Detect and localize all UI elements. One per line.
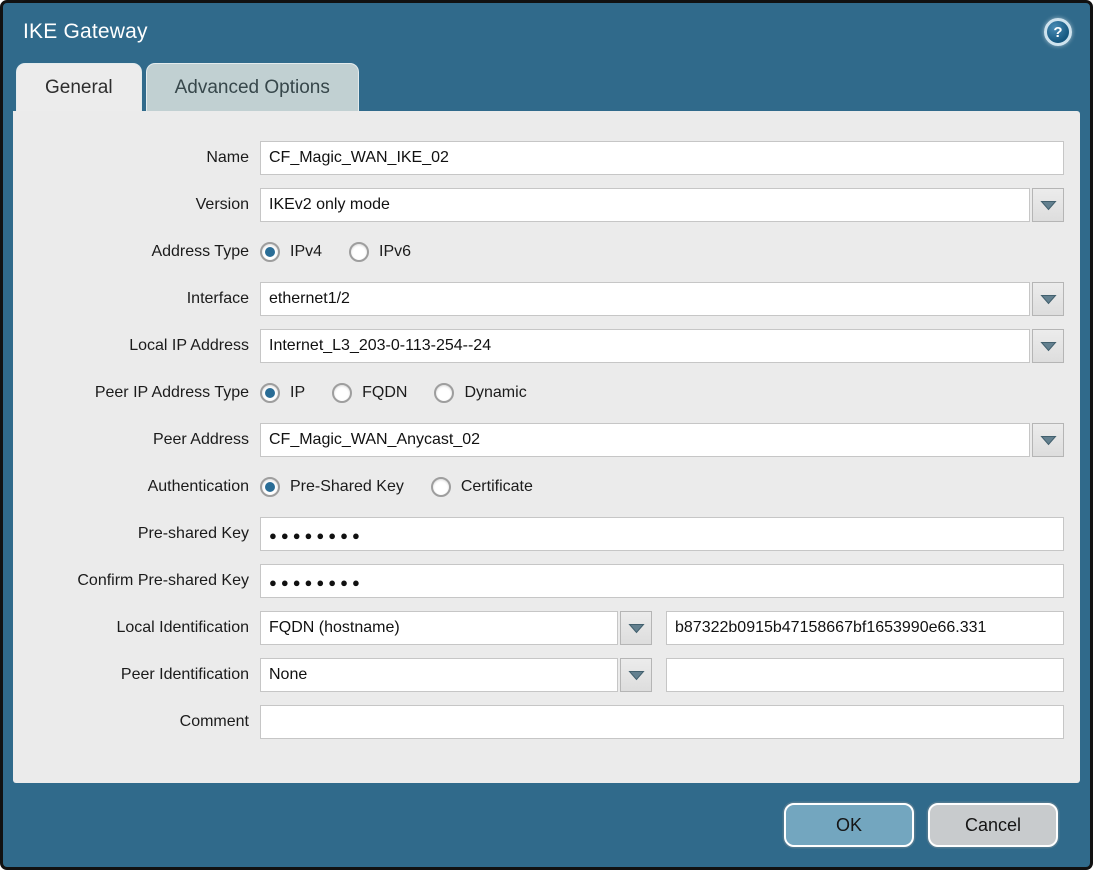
form-row-local-identification: Local Identification FQDN (hostname) b87…: [13, 611, 1064, 645]
dialog-footer: OK Cancel: [3, 783, 1090, 867]
peer-ip-type-label: Peer IP Address Type: [13, 384, 260, 402]
radio-ipv4[interactable]: [260, 242, 280, 262]
radio-dynamic[interactable]: [434, 383, 454, 403]
radio-ip[interactable]: [260, 383, 280, 403]
help-icon-glyph: ?: [1053, 25, 1062, 40]
address-type-radio-group: IPv4 IPv6: [260, 242, 411, 262]
chevron-down-icon: [1040, 200, 1057, 211]
radio-ipv6[interactable]: [349, 242, 369, 262]
peer-identification-value-input[interactable]: [666, 658, 1064, 692]
form-row-peer-identification: Peer Identification None: [13, 658, 1064, 692]
form-row-authentication: Authentication Pre-Shared Key Certificat…: [13, 470, 1064, 504]
local-identification-label: Local Identification: [13, 619, 260, 637]
radio-ip-label: IP: [290, 384, 305, 402]
peer-identification-label: Peer Identification: [13, 666, 260, 684]
peer-ip-type-option-dynamic: Dynamic: [434, 383, 526, 403]
version-label: Version: [13, 196, 260, 214]
name-input[interactable]: CF_Magic_WAN_IKE_02: [260, 141, 1064, 175]
cancel-button[interactable]: Cancel: [928, 803, 1058, 847]
local-ip-value[interactable]: Internet_L3_203-0-113-254--24: [260, 329, 1030, 363]
chevron-down-icon: [1040, 341, 1057, 352]
peer-ip-type-option-ip: IP: [260, 383, 305, 403]
preshared-key-input[interactable]: ●●●●●●●●: [260, 517, 1064, 551]
tab-bar: General Advanced Options: [3, 61, 1090, 111]
form-row-preshared-key: Pre-shared Key ●●●●●●●●: [13, 517, 1064, 551]
form-row-local-ip: Local IP Address Internet_L3_203-0-113-2…: [13, 329, 1064, 363]
chevron-down-icon: [628, 670, 645, 681]
interface-label: Interface: [13, 290, 260, 308]
tab-general-label: General: [45, 77, 113, 99]
titlebar: IKE Gateway ?: [3, 3, 1090, 61]
peer-ip-type-radio-group: IP FQDN Dynamic: [260, 383, 527, 403]
comment-label: Comment: [13, 713, 260, 731]
chevron-down-icon: [628, 623, 645, 634]
general-tab-panel: Name CF_Magic_WAN_IKE_02 Version IKEv2 o…: [13, 111, 1080, 783]
form-row-name: Name CF_Magic_WAN_IKE_02: [13, 141, 1064, 175]
form-row-peer-ip-type: Peer IP Address Type IP FQDN Dynamic: [13, 376, 1064, 410]
radio-ipv6-label: IPv6: [379, 243, 411, 261]
form-row-comment: Comment: [13, 705, 1064, 739]
interface-value[interactable]: ethernet1/2: [260, 282, 1030, 316]
peer-address-dropdown-button[interactable]: [1032, 423, 1064, 457]
interface-dropdown-button[interactable]: [1032, 282, 1064, 316]
local-identification-value-input[interactable]: b87322b0915b47158667bf1653990e66.331: [666, 611, 1064, 645]
form-row-peer-address: Peer Address CF_Magic_WAN_Anycast_02: [13, 423, 1064, 457]
radio-fqdn-label: FQDN: [362, 384, 407, 402]
radio-certificate-label: Certificate: [461, 478, 533, 496]
address-type-label: Address Type: [13, 243, 260, 261]
radio-pre-shared-key-label: Pre-Shared Key: [290, 478, 404, 496]
tab-advanced-options-label: Advanced Options: [175, 77, 330, 99]
address-type-option-ipv4: IPv4: [260, 242, 322, 262]
local-ip-dropdown-button[interactable]: [1032, 329, 1064, 363]
ok-button[interactable]: OK: [784, 803, 914, 847]
local-identification-dropdown-button[interactable]: [620, 611, 652, 645]
comment-input[interactable]: [260, 705, 1064, 739]
interface-dropdown[interactable]: ethernet1/2: [260, 282, 1064, 316]
peer-address-dropdown[interactable]: CF_Magic_WAN_Anycast_02: [260, 423, 1064, 457]
form-row-interface: Interface ethernet1/2: [13, 282, 1064, 316]
address-type-option-ipv6: IPv6: [349, 242, 411, 262]
confirm-preshared-key-label: Confirm Pre-shared Key: [13, 572, 260, 590]
authentication-option-certificate: Certificate: [431, 477, 533, 497]
local-ip-label: Local IP Address: [13, 337, 260, 355]
chevron-down-icon: [1040, 294, 1057, 305]
radio-dynamic-label: Dynamic: [464, 384, 526, 402]
version-dropdown[interactable]: IKEv2 only mode: [260, 188, 1064, 222]
version-value[interactable]: IKEv2 only mode: [260, 188, 1030, 222]
peer-ip-type-option-fqdn: FQDN: [332, 383, 407, 403]
form-row-version: Version IKEv2 only mode: [13, 188, 1064, 222]
tab-general[interactable]: General: [16, 63, 142, 111]
radio-fqdn[interactable]: [332, 383, 352, 403]
name-label: Name: [13, 149, 260, 167]
chevron-down-icon: [1040, 435, 1057, 446]
ike-gateway-dialog: IKE Gateway ? General Advanced Options N…: [0, 0, 1093, 870]
radio-ipv4-label: IPv4: [290, 243, 322, 261]
local-ip-dropdown[interactable]: Internet_L3_203-0-113-254--24: [260, 329, 1064, 363]
form-row-address-type: Address Type IPv4 IPv6: [13, 235, 1064, 269]
peer-identification-dropdown-button[interactable]: [620, 658, 652, 692]
authentication-option-psk: Pre-Shared Key: [260, 477, 404, 497]
preshared-key-label: Pre-shared Key: [13, 525, 260, 543]
tab-advanced-options[interactable]: Advanced Options: [146, 63, 359, 111]
radio-certificate[interactable]: [431, 477, 451, 497]
peer-address-label: Peer Address: [13, 431, 260, 449]
peer-identification-type-value[interactable]: None: [260, 658, 618, 692]
confirm-preshared-key-input[interactable]: ●●●●●●●●: [260, 564, 1064, 598]
authentication-label: Authentication: [13, 478, 260, 496]
peer-address-value[interactable]: CF_Magic_WAN_Anycast_02: [260, 423, 1030, 457]
peer-identification-type-dropdown[interactable]: None: [260, 658, 652, 692]
authentication-radio-group: Pre-Shared Key Certificate: [260, 477, 533, 497]
form-row-confirm-preshared-key: Confirm Pre-shared Key ●●●●●●●●: [13, 564, 1064, 598]
radio-pre-shared-key[interactable]: [260, 477, 280, 497]
local-identification-type-dropdown[interactable]: FQDN (hostname): [260, 611, 652, 645]
help-icon[interactable]: ?: [1044, 18, 1072, 46]
version-dropdown-button[interactable]: [1032, 188, 1064, 222]
dialog-title: IKE Gateway: [23, 20, 148, 44]
local-identification-type-value[interactable]: FQDN (hostname): [260, 611, 618, 645]
